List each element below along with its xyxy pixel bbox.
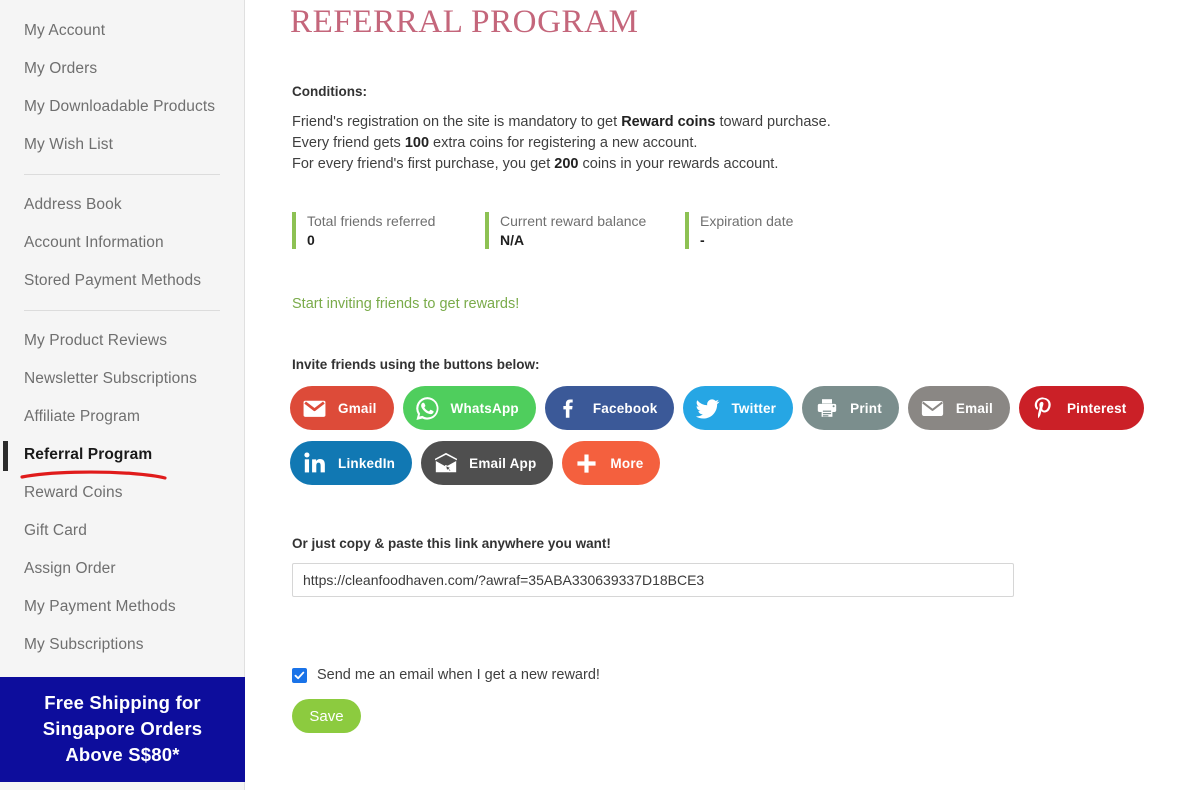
share-button-label: Gmail (338, 400, 377, 416)
gmail-icon (301, 395, 328, 422)
conditions-line-3-part-c: coins in your rewards account. (578, 156, 779, 172)
sidebar-item-my-downloadable-products[interactable]: My Downloadable Products (0, 88, 244, 126)
stat-value: - (700, 232, 705, 248)
twitter-icon (694, 395, 721, 422)
share-button-label: Facebook (592, 400, 658, 416)
share-button-email-app[interactable]: Email App (421, 441, 554, 485)
notify-label: Send me an email when I get a new reward… (317, 667, 600, 683)
share-button-label: More (610, 455, 644, 471)
share-button-label: Email App (469, 455, 537, 471)
share-buttons-container: Gmail WhatsApp Facebook Twitter Print Email Pi… (290, 386, 1153, 485)
stat-accent-bar (685, 212, 689, 249)
conditions-line-3-bold: 200 (554, 156, 579, 172)
sidebar-item-my-orders[interactable]: My Orders (0, 50, 244, 88)
plus-icon (573, 450, 600, 477)
conditions-heading: Conditions: (292, 84, 367, 99)
share-button-label: LinkedIn (338, 455, 396, 471)
sidebar-item-account-information[interactable]: Account Information (0, 224, 244, 262)
share-button-print[interactable]: Print (802, 386, 899, 430)
stat-accent-bar (485, 212, 489, 249)
conditions-line-3-part-a: For every friend's first purchase, you g… (292, 156, 555, 172)
share-button-label: Pinterest (1066, 400, 1127, 416)
account-sidebar: My Account My Orders My Downloadable Produ… (0, 0, 245, 790)
promo-line-3: Above S$80* (65, 744, 180, 765)
promo-line-2: Singapore Orders (42, 718, 203, 739)
share-button-label: WhatsApp (450, 400, 519, 416)
sidebar-item-assign-order[interactable]: Assign Order (0, 550, 244, 588)
pinterest-icon (1030, 395, 1057, 422)
share-button-gmail[interactable]: Gmail (290, 386, 394, 430)
conditions-line-3: For every friend's first purchase, you g… (292, 154, 831, 175)
linkedin-icon (301, 450, 328, 477)
sidebar-item-affiliate-program[interactable]: Affiliate Program (0, 398, 244, 436)
conditions-line-1-part-a: Friend's registration on the site is man… (292, 114, 622, 130)
sidebar-item-reward-coins[interactable]: Reward Coins (0, 474, 244, 512)
nav-group: My Product Reviews Newsletter Subscriptio… (0, 322, 244, 664)
conditions-line-2-part-a: Every friend gets (292, 135, 405, 151)
share-button-linkedin[interactable]: LinkedIn (290, 441, 413, 485)
stat-accent-bar (292, 212, 296, 249)
printer-icon (813, 395, 840, 422)
share-button-label: Print (850, 400, 882, 416)
sidebar-item-my-account[interactable]: My Account (0, 12, 244, 50)
sidebar-item-my-subscriptions[interactable]: My Subscriptions (0, 626, 244, 664)
sidebar-item-my-wish-list[interactable]: My Wish List (0, 126, 244, 164)
share-buttons-row-2: LinkedIn Email App More (290, 441, 1153, 485)
envelope-icon (919, 395, 946, 422)
start-inviting-message: Start inviting friends to get rewards! (292, 296, 520, 312)
share-button-label: Email (955, 400, 993, 416)
share-button-facebook[interactable]: Facebook (544, 386, 675, 430)
stat-total-friends-referred: Total friends referred 0 (292, 212, 485, 250)
nav-group: Address Book Account Information Stored Pa… (0, 186, 244, 300)
conditions-line-1-part-c: toward purchase. (715, 114, 831, 130)
stat-value: 0 (307, 232, 315, 248)
promo-line-1: Free Shipping for (44, 692, 201, 713)
nav-divider (24, 310, 220, 311)
sidebar-item-address-book[interactable]: Address Book (0, 186, 244, 224)
stat-label: Total friends referred (307, 213, 436, 229)
sidebar-item-referral-program[interactable]: Referral Program (0, 436, 244, 474)
page-title: REFERRAL PROGRAM (290, 4, 639, 40)
share-button-label: Twitter (731, 400, 777, 416)
conditions-line-1: Friend's registration on the site is man… (292, 112, 831, 133)
stat-expiration-date: Expiration date - (685, 212, 865, 250)
stat-label: Current reward balance (500, 213, 647, 229)
conditions-line-1-bold: Reward coins (621, 114, 716, 130)
conditions-line-2-part-c: extra coins for registering a new accoun… (429, 135, 698, 151)
account-nav: My Account My Orders My Downloadable Produ… (0, 12, 244, 664)
free-shipping-banner: Free Shipping for Singapore Orders Above… (0, 677, 245, 782)
whatsapp-icon (414, 395, 441, 422)
main-content: REFERRAL PROGRAM Conditions: Friend's re… (246, 0, 1200, 790)
stat-label: Expiration date (700, 213, 794, 229)
notify-checkbox[interactable] (292, 667, 307, 683)
share-button-twitter[interactable]: Twitter (683, 386, 794, 430)
referral-link-input[interactable] (292, 563, 1014, 597)
copy-link-label: Or just copy & paste this link anywhere … (292, 536, 611, 551)
conditions-line-2: Every friend gets 100 extra coins for re… (292, 133, 831, 154)
share-button-whatsapp[interactable]: WhatsApp (402, 386, 536, 430)
sidebar-item-newsletter-subscriptions[interactable]: Newsletter Subscriptions (0, 360, 244, 398)
invite-friends-label: Invite friends using the buttons below: (292, 357, 540, 372)
sidebar-item-gift-card[interactable]: Gift Card (0, 512, 244, 550)
nav-group: My Account My Orders My Downloadable Produ… (0, 12, 244, 164)
share-button-pinterest[interactable]: Pinterest (1018, 386, 1144, 430)
sidebar-item-my-product-reviews[interactable]: My Product Reviews (0, 322, 244, 360)
email-app-icon (432, 450, 459, 477)
conditions-text: Friend's registration on the site is man… (292, 112, 831, 175)
save-button[interactable]: Save (292, 699, 361, 733)
share-button-email[interactable]: Email (907, 386, 1010, 430)
facebook-icon (556, 395, 583, 422)
nav-divider (24, 174, 220, 175)
conditions-line-2-bold: 100 (404, 135, 430, 151)
stat-current-reward-balance: Current reward balance N/A (485, 212, 685, 250)
referral-program-page: My Account My Orders My Downloadable Produ… (0, 0, 1200, 790)
share-button-more[interactable]: More (562, 441, 661, 485)
stat-value: N/A (500, 232, 525, 248)
share-buttons-row-1: Gmail WhatsApp Facebook Twitter Print Email Pi… (290, 386, 1153, 430)
sidebar-item-my-payment-methods[interactable]: My Payment Methods (0, 588, 244, 626)
referral-stats: Total friends referred 0 Current reward … (292, 212, 865, 250)
notify-checkbox-row[interactable]: Send me an email when I get a new reward… (292, 667, 600, 683)
sidebar-item-stored-payment-methods[interactable]: Stored Payment Methods (0, 262, 244, 300)
